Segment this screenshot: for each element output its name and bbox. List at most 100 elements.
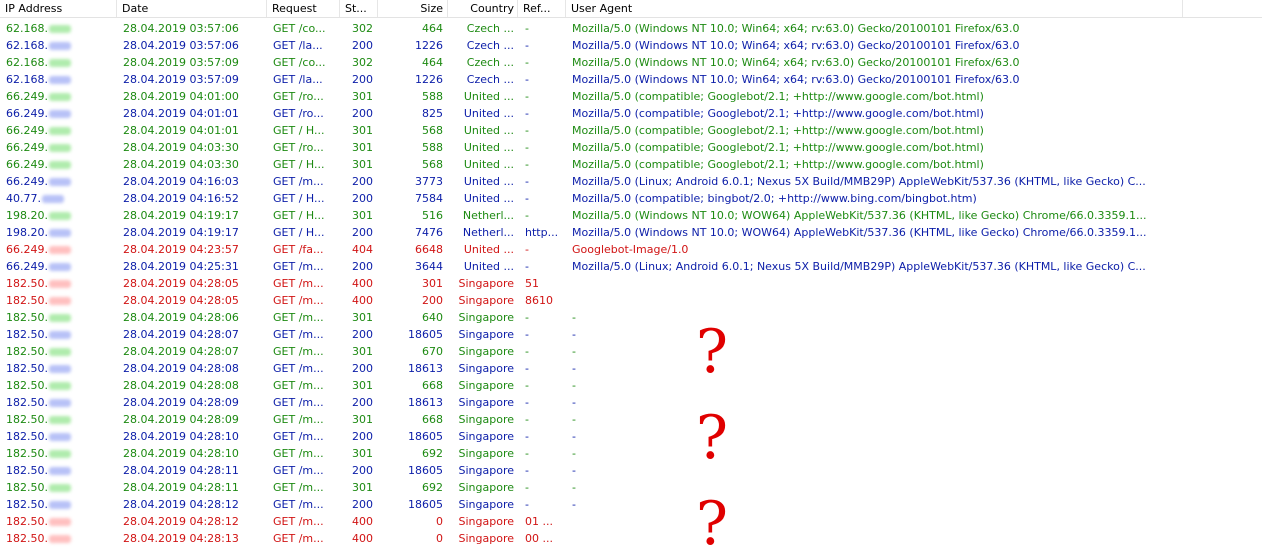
cell-country: Singapore <box>458 447 515 460</box>
table-row[interactable]: 182.50. 28.04.2019 04:28:09 GET /m... 301 66… <box>0 411 1262 428</box>
cell-user-agent <box>572 530 1180 547</box>
cell-referrer: - <box>525 464 529 477</box>
column-header-user-agent[interactable]: User Agent <box>566 0 1183 17</box>
cell-request: GET / H... <box>273 209 325 222</box>
column-header-referrer[interactable]: Ref... <box>518 0 566 17</box>
cell-referrer: - <box>525 243 529 256</box>
cell-size: 640 <box>422 311 443 324</box>
cell-country: United ... <box>463 124 514 137</box>
cell-country: United ... <box>463 192 514 205</box>
table-row[interactable]: 66.249. 28.04.2019 04:01:00 GET /ro... 301 5… <box>0 88 1262 105</box>
table-row[interactable]: 182.50. 28.04.2019 04:28:12 GET /m... 400 0 S… <box>0 513 1262 530</box>
table-row[interactable]: 198.20. 28.04.2019 04:19:17 GET / H... 301 5… <box>0 207 1262 224</box>
cell-date: 28.04.2019 04:28:09 <box>123 413 239 426</box>
table-row[interactable]: 66.249. 28.04.2019 04:03:30 GET /ro... 301 5… <box>0 139 1262 156</box>
cell-status: 200 <box>352 226 373 239</box>
table-row[interactable]: 40.77. 28.04.2019 04:16:52 GET / H... 200 75… <box>0 190 1262 207</box>
cell-referrer: - <box>525 379 529 392</box>
redacted-ip-segment <box>49 348 71 356</box>
redacted-ip-segment <box>49 76 71 84</box>
redacted-ip-segment <box>49 450 71 458</box>
cell-size: 18605 <box>408 328 443 341</box>
cell-user-agent: - <box>572 481 576 494</box>
ip-address-text: 66.249. <box>6 141 48 154</box>
cell-ip-address: 182.50. <box>6 292 116 309</box>
cell-date: 28.04.2019 04:19:17 <box>123 209 239 222</box>
redacted-ip-segment <box>49 518 71 526</box>
ip-address-text: 66.249. <box>6 107 48 120</box>
ip-address-text: 182.50. <box>6 379 48 392</box>
table-row[interactable]: 66.249. 28.04.2019 04:01:01 GET /ro... 200 8… <box>0 105 1262 122</box>
cell-country: Singapore <box>458 396 515 409</box>
table-row[interactable]: 62.168. 28.04.2019 03:57:09 GET /la... 200 1… <box>0 71 1262 88</box>
table-row[interactable]: 182.50. 28.04.2019 04:28:07 GET /m... 301 67… <box>0 343 1262 360</box>
cell-date: 28.04.2019 04:28:11 <box>123 481 239 494</box>
cell-status: 301 <box>352 141 373 154</box>
cell-size: 18605 <box>408 464 443 477</box>
cell-country: United ... <box>463 107 514 120</box>
table-row[interactable]: 182.50. 28.04.2019 04:28:11 GET /m... 301 69… <box>0 479 1262 496</box>
cell-referrer: - <box>525 396 529 409</box>
cell-date: 28.04.2019 04:28:09 <box>123 396 239 409</box>
cell-referrer: - <box>525 328 529 341</box>
cell-date: 28.04.2019 04:19:17 <box>123 226 239 239</box>
table-row[interactable]: 182.50. 28.04.2019 04:28:09 GET /m... 200 18… <box>0 394 1262 411</box>
table-row[interactable]: 182.50. 28.04.2019 04:28:13 GET /m... 400 0 S… <box>0 530 1262 547</box>
table-row[interactable]: 66.249. 28.04.2019 04:23:57 GET /fa... 404 6… <box>0 241 1262 258</box>
table-row[interactable]: 182.50. 28.04.2019 04:28:12 GET /m... 200 18… <box>0 496 1262 513</box>
cell-user-agent: - <box>572 379 576 392</box>
table-row[interactable]: 62.168. 28.04.2019 03:57:06 GET /co... 302 4… <box>0 20 1262 37</box>
column-header-ip-address[interactable]: IP Address <box>0 0 117 17</box>
table-row[interactable]: 62.168. 28.04.2019 03:57:06 GET /la... 200 1… <box>0 37 1262 54</box>
cell-ip-address: 182.50. <box>6 309 116 326</box>
cell-country: Singapore <box>458 532 515 545</box>
redacted-ip-segment <box>49 25 71 33</box>
table-row[interactable]: 182.50. 28.04.2019 04:28:08 GET /m... 301 66… <box>0 377 1262 394</box>
table-row[interactable]: 182.50. 28.04.2019 04:28:11 GET /m... 200 18… <box>0 462 1262 479</box>
cell-status: 301 <box>352 124 373 137</box>
column-header-country[interactable]: Country <box>448 0 518 17</box>
table-row[interactable]: 198.20. 28.04.2019 04:19:17 GET / H... 200 7… <box>0 224 1262 241</box>
cell-ip-address: 182.50. <box>6 394 116 411</box>
cell-size: 692 <box>422 447 443 460</box>
table-row[interactable]: 62.168. 28.04.2019 03:57:09 GET /co... 302 4… <box>0 54 1262 71</box>
column-header-status[interactable]: St... <box>340 0 378 17</box>
cell-request: GET / H... <box>273 124 325 137</box>
redacted-ip-segment <box>49 484 71 492</box>
cell-country: Singapore <box>458 515 515 528</box>
cell-user-agent: Mozilla/5.0 (compatible; Googlebot/2.1; … <box>572 90 984 103</box>
table-row[interactable]: 182.50. 28.04.2019 04:28:05 GET /m... 400 30… <box>0 275 1262 292</box>
table-row[interactable]: 182.50. 28.04.2019 04:28:08 GET /m... 200 18… <box>0 360 1262 377</box>
cell-referrer: - <box>525 39 529 52</box>
column-header-date[interactable]: Date <box>117 0 267 17</box>
column-header-request[interactable]: Request <box>267 0 340 17</box>
column-header-size[interactable]: Size <box>378 0 448 17</box>
cell-size: 0 <box>436 515 443 528</box>
cell-date: 28.04.2019 04:16:03 <box>123 175 239 188</box>
cell-date: 28.04.2019 04:01:00 <box>123 90 239 103</box>
cell-ip-address: 182.50. <box>6 530 116 547</box>
cell-referrer: - <box>525 481 529 494</box>
cell-request: GET /m... <box>273 396 324 409</box>
cell-request: GET /m... <box>273 481 324 494</box>
table-row[interactable]: 66.249. 28.04.2019 04:01:01 GET / H... 301 5… <box>0 122 1262 139</box>
table-row[interactable]: 66.249. 28.04.2019 04:25:31 GET /m... 200 36… <box>0 258 1262 275</box>
cell-referrer: - <box>525 107 529 120</box>
redacted-ip-segment <box>49 297 71 305</box>
table-row[interactable]: 66.249. 28.04.2019 04:03:30 GET / H... 301 5… <box>0 156 1262 173</box>
cell-request: GET / H... <box>273 226 325 239</box>
ip-address-text: 182.50. <box>6 362 48 375</box>
cell-user-agent: - <box>572 362 576 375</box>
cell-country: Czech ... <box>466 22 514 35</box>
table-row[interactable]: 182.50. 28.04.2019 04:28:06 GET /m... 301 64… <box>0 309 1262 326</box>
ip-address-text: 62.168. <box>6 39 48 52</box>
table-row[interactable]: 182.50. 28.04.2019 04:28:05 GET /m... 400 20… <box>0 292 1262 309</box>
redacted-ip-segment <box>49 433 71 441</box>
cell-referrer: - <box>525 311 529 324</box>
table-row[interactable]: 182.50. 28.04.2019 04:28:07 GET /m... 200 18… <box>0 326 1262 343</box>
question-mark-annotation-2: ? <box>695 403 729 473</box>
table-row[interactable]: 182.50. 28.04.2019 04:28:10 GET /m... 200 18… <box>0 428 1262 445</box>
cell-size: 692 <box>422 481 443 494</box>
table-row[interactable]: 66.249. 28.04.2019 04:16:03 GET /m... 200 37… <box>0 173 1262 190</box>
table-row[interactable]: 182.50. 28.04.2019 04:28:10 GET /m... 301 69… <box>0 445 1262 462</box>
